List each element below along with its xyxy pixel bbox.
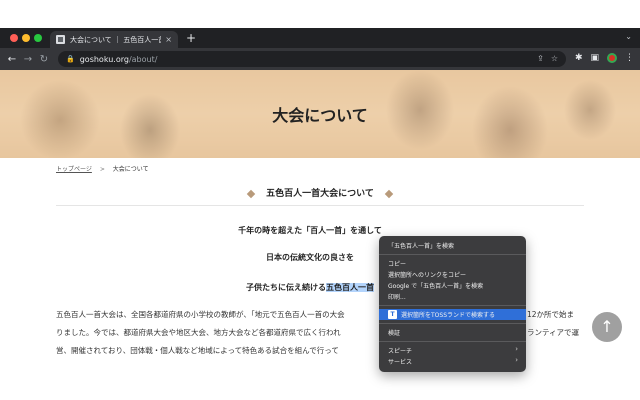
- url-host: goshoku.org: [79, 54, 129, 64]
- share-icon[interactable]: ⇪: [537, 54, 544, 63]
- menu-item-services[interactable]: サービス ›: [379, 356, 526, 367]
- breadcrumb-home-link[interactable]: トップページ: [56, 166, 92, 173]
- tab-about[interactable]: 大会について ｜ 五色百人一首大会 ×: [50, 31, 178, 48]
- menu-item-services-label: サービス: [388, 359, 413, 366]
- poem-line-2: 日本の伝統文化の良さを: [266, 253, 354, 262]
- breadcrumb-current: 大会について: [112, 166, 149, 173]
- context-menu: 「五色百人一首」を検索 コピー 選択箇所へのリンクをコピー Google で「五…: [379, 236, 526, 372]
- selected-text[interactable]: 五色百人一首: [326, 283, 374, 292]
- web-page: 大会について トップページ > 大会について 五色百人一首大会について 千年の時…: [0, 70, 640, 372]
- menu-item-toss-search-label: 選択箇所をTOSSランドで検索する: [401, 312, 496, 319]
- browser-toolbar: ← → ↻ 🔒 goshoku.org /about/ ⇪ ☆ ✱ ▣ ⋮: [0, 48, 640, 70]
- profile-avatar[interactable]: [607, 53, 617, 63]
- extensions-puzzle-icon[interactable]: ✱: [575, 53, 583, 63]
- side-panel-icon[interactable]: ▣: [590, 53, 599, 63]
- scroll-to-top-button[interactable]: ↑: [592, 312, 622, 342]
- site-favicon-icon: [56, 35, 65, 44]
- menu-item-speech-label: スピーチ: [388, 348, 413, 355]
- menu-separator: [379, 254, 526, 255]
- tossland-logo-icon: T: [388, 310, 397, 319]
- menu-separator: [379, 341, 526, 342]
- poem-line-3-prefix: 子供たちに伝え続ける: [246, 283, 326, 292]
- section-heading-text: 五色百人一首大会について: [266, 189, 374, 199]
- tab-close-icon[interactable]: ×: [165, 35, 172, 44]
- tab-title: 大会について ｜ 五色百人一首大会: [70, 35, 161, 44]
- menu-item-search-selection[interactable]: 「五色百人一首」を検索: [379, 240, 526, 251]
- browser-window: 大会について ｜ 五色百人一首大会 × + ⌄ ← → ↻ 🔒 goshoku.…: [0, 28, 640, 372]
- poem-line-1: 千年の時を超えた「百人一首」を通して: [238, 226, 382, 235]
- intro-paragraph-line-3: 営、開催されており、団体戦・個人戦など地域によって特色ある試合を組んで行って: [56, 346, 339, 355]
- section-divider: [56, 205, 584, 206]
- tab-strip: 大会について ｜ 五色百人一首大会 × + ⌄: [0, 28, 640, 48]
- forward-arrow-icon[interactable]: →: [20, 54, 36, 65]
- arrow-up-icon: ↑: [600, 317, 614, 336]
- maximize-window-button[interactable]: [34, 34, 42, 42]
- intro-paragraph-line-2-tail: ランティアで運: [527, 328, 580, 337]
- diamond-right-icon: [384, 189, 394, 198]
- lock-icon[interactable]: 🔒: [66, 55, 75, 63]
- url-path: /about/: [128, 54, 158, 64]
- tab-search-icon[interactable]: ⌄: [625, 32, 632, 41]
- reload-icon[interactable]: ↻: [36, 54, 52, 65]
- more-menu-icon[interactable]: ⋮: [625, 53, 634, 63]
- breadcrumb-separator: >: [99, 166, 105, 173]
- menu-item-inspect[interactable]: 検証: [379, 327, 526, 338]
- page-title: 大会について: [272, 106, 368, 125]
- close-window-button[interactable]: [10, 34, 18, 42]
- minimize-window-button[interactable]: [22, 34, 30, 42]
- diamond-left-icon: [246, 189, 256, 198]
- chevron-right-icon: ›: [515, 345, 518, 353]
- breadcrumb: トップページ > 大会について: [56, 164, 149, 173]
- chevron-right-icon: ›: [515, 356, 518, 364]
- menu-item-copy[interactable]: コピー: [379, 258, 526, 269]
- menu-item-google-search[interactable]: Google で「五色百人一首」を検索: [379, 280, 526, 291]
- new-tab-button[interactable]: +: [184, 31, 198, 45]
- intro-paragraph-line-1-tail: 12か所で始ま: [527, 310, 575, 319]
- intro-paragraph-line-2: りました。今では、都道府県大会や地区大会、地方大会など各都道府県で広く行われ: [56, 328, 341, 337]
- bookmark-star-icon[interactable]: ☆: [551, 54, 558, 63]
- section-heading: 五色百人一首大会について: [0, 186, 640, 199]
- poem-line-3: 子供たちに伝え続ける五色百人一首: [0, 282, 620, 293]
- menu-item-copy-link[interactable]: 選択箇所へのリンクをコピー: [379, 269, 526, 280]
- menu-item-print[interactable]: 印刷...: [379, 291, 526, 302]
- menu-separator: [379, 305, 526, 306]
- menu-item-toss-search[interactable]: T 選択箇所をTOSSランドで検索する: [379, 309, 526, 320]
- back-arrow-icon[interactable]: ←: [4, 54, 20, 65]
- address-bar[interactable]: 🔒 goshoku.org /about/ ⇪ ☆: [58, 51, 566, 67]
- intro-paragraph-line-1: 五色百人一首大会は、全国各都道府県の小学校の教師が、「地元で五色百人一首の大会: [56, 310, 345, 319]
- menu-item-speech[interactable]: スピーチ ›: [379, 345, 526, 356]
- menu-separator: [379, 323, 526, 324]
- hero-banner: 大会について: [0, 70, 640, 158]
